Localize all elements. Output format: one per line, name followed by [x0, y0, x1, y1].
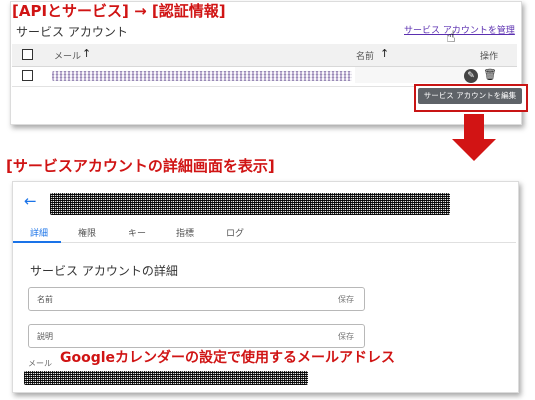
- caption-bottom: Googleカレンダーの設定で使用するメールアドレス: [60, 350, 396, 366]
- tab-details[interactable]: 詳細: [30, 226, 48, 239]
- description-field[interactable]: 説明 保存: [28, 324, 365, 348]
- name-cell: [355, 67, 470, 83]
- select-all-checkbox[interactable]: [22, 49, 33, 60]
- sort-arrow-icon[interactable]: ↑: [82, 47, 91, 60]
- down-arrow-head: [452, 139, 496, 161]
- down-arrow-icon: [464, 114, 484, 140]
- caption-middle: [サービスアカウントの詳細画面を表示]: [6, 157, 275, 175]
- email-label: メール: [28, 359, 52, 368]
- trash-icon[interactable]: 🗑: [483, 68, 497, 81]
- redacted-service-email: [24, 371, 308, 385]
- column-email[interactable]: メール: [54, 49, 81, 62]
- tab-keys[interactable]: キー: [128, 226, 146, 239]
- redacted-account-name: [50, 193, 450, 215]
- column-actions: 操作: [480, 52, 499, 62]
- name-field[interactable]: 名前 保存: [28, 287, 365, 311]
- tab-permissions[interactable]: 権限: [78, 226, 96, 239]
- column-name[interactable]: 名前: [356, 49, 374, 62]
- tab-logs[interactable]: ログ: [226, 226, 244, 239]
- table-header: メール ↑ 名前 ↑ 操作: [12, 44, 517, 67]
- tab-metrics[interactable]: 指標: [176, 226, 194, 239]
- redacted-email: [52, 71, 352, 81]
- page-title: サービス アカウント: [16, 25, 128, 39]
- tab-divider: [13, 242, 516, 243]
- manage-service-accounts-link[interactable]: サービス アカウントを管理: [404, 23, 515, 36]
- pencil-icon[interactable]: ✎: [464, 69, 478, 83]
- section-title: サービス アカウントの詳細: [30, 264, 178, 278]
- edit-tooltip: サービス アカウントを編集: [418, 88, 522, 104]
- name-sort-arrow-icon[interactable]: ↑: [380, 47, 389, 60]
- description-save-button[interactable]: 保存: [338, 331, 354, 342]
- name-field-label: 名前: [37, 295, 53, 304]
- active-tab-indicator: [13, 241, 61, 243]
- description-field-label: 説明: [37, 332, 53, 341]
- name-save-button[interactable]: 保存: [338, 294, 354, 305]
- back-arrow-icon[interactable]: ←: [24, 192, 37, 210]
- row-checkbox[interactable]: [22, 70, 33, 81]
- caption-top: [APIとサービス] → [認証情報]: [12, 2, 226, 20]
